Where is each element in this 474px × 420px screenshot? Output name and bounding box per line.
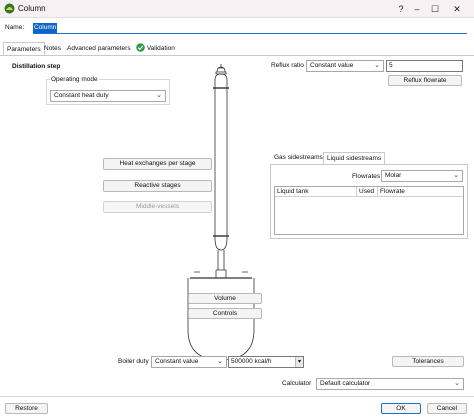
- column-shell: [214, 80, 228, 238]
- name-label: Name:: [5, 24, 25, 31]
- boiler-duty-input[interactable]: 500000 kcal/h ▾: [228, 356, 304, 368]
- tolerances-button[interactable]: Tolerances: [392, 356, 464, 367]
- tab-validation-label: Validation: [146, 45, 175, 52]
- window-title: Column: [18, 4, 46, 13]
- col-liquid-tank[interactable]: Liquid tank: [275, 187, 357, 196]
- check-circle-icon: [136, 43, 145, 52]
- boiler-duty-value: 500000 kcal/h: [231, 358, 272, 365]
- maximize-button[interactable]: ☐: [428, 2, 442, 16]
- chevron-down-icon: ⌄: [454, 380, 460, 387]
- col-flowrate[interactable]: Flowrate: [378, 187, 463, 196]
- flowrates-value: Molar: [385, 172, 402, 179]
- calculator-value: Default calculator: [320, 380, 371, 387]
- reflux-value-input[interactable]: 5: [386, 60, 463, 72]
- title-bar: Column ? – ☐ ✕: [0, 0, 474, 18]
- tab-gas-sidestreams-label: Gas sidestreams: [274, 154, 323, 161]
- liquid-tank-table: Liquid tank Used Flowrate: [274, 186, 464, 235]
- operating-mode-value: Constant heat duty: [54, 92, 109, 99]
- tab-gas-sidestreams[interactable]: Gas sidestreams: [271, 152, 326, 164]
- footer-divider: [0, 396, 474, 397]
- ok-button[interactable]: OK: [381, 403, 421, 414]
- column-diagram: [187, 64, 255, 361]
- section-title: Distillation step: [12, 63, 61, 70]
- name-field[interactable]: Column: [33, 22, 467, 34]
- unit-dropdown-icon[interactable]: ▾: [295, 357, 303, 367]
- calculator-select[interactable]: Default calculator ⌄: [316, 378, 464, 390]
- calculator-label: Calculator: [282, 380, 312, 387]
- tab-parameters[interactable]: Parameters: [3, 42, 45, 55]
- app-icon: [4, 3, 15, 14]
- cancel-button[interactable]: Cancel: [427, 403, 467, 414]
- volume-button[interactable]: Volume: [188, 293, 262, 304]
- tab-notes-label: Notes: [44, 45, 61, 52]
- controls-button[interactable]: Controls: [188, 308, 262, 319]
- chevron-down-icon: ⌄: [217, 358, 223, 365]
- tab-strip-border: [0, 55, 474, 56]
- operating-mode-label: Operating mode: [50, 76, 99, 83]
- boiler-duty-mode-value: Constant value: [155, 358, 199, 365]
- table-header: Liquid tank Used Flowrate: [275, 187, 463, 197]
- tab-liquid-sidestreams-label: Liquid sidestreams: [327, 155, 382, 162]
- reboiler-vessel: [187, 278, 255, 361]
- flowrates-label: Flowrates: [352, 173, 381, 180]
- tab-notes[interactable]: Notes: [41, 42, 64, 55]
- tab-validation[interactable]: Validation: [133, 42, 178, 55]
- col-used[interactable]: Used: [357, 187, 378, 196]
- tab-parameters-label: Parameters: [7, 46, 41, 53]
- close-button[interactable]: ✕: [450, 2, 464, 16]
- tab-advanced-label: Advanced parameters: [67, 45, 131, 52]
- boiler-duty-mode-select[interactable]: Constant value ⌄: [151, 356, 227, 368]
- restore-button[interactable]: Restore: [5, 403, 48, 414]
- reflux-mode-value: Constant value: [310, 62, 354, 69]
- flowrates-select[interactable]: Molar ⌄: [381, 170, 463, 182]
- minimize-button[interactable]: –: [410, 2, 424, 16]
- chevron-down-icon: ⌄: [453, 172, 459, 179]
- tab-advanced-parameters[interactable]: Advanced parameters: [64, 42, 134, 55]
- reflux-flowrate-button[interactable]: Reflux flowrate: [388, 75, 462, 86]
- help-button[interactable]: ?: [394, 2, 408, 16]
- reflux-ratio-label: Reflux ratio: [271, 62, 304, 69]
- reflux-mode-select[interactable]: Constant value ⌄: [306, 60, 384, 72]
- name-value: Column: [33, 23, 58, 33]
- boiler-duty-label: Boiler duty: [118, 358, 149, 365]
- operating-mode-select[interactable]: Constant heat duty ⌄: [50, 90, 166, 102]
- chevron-down-icon: ⌄: [374, 62, 380, 69]
- chevron-down-icon: ⌄: [156, 92, 162, 99]
